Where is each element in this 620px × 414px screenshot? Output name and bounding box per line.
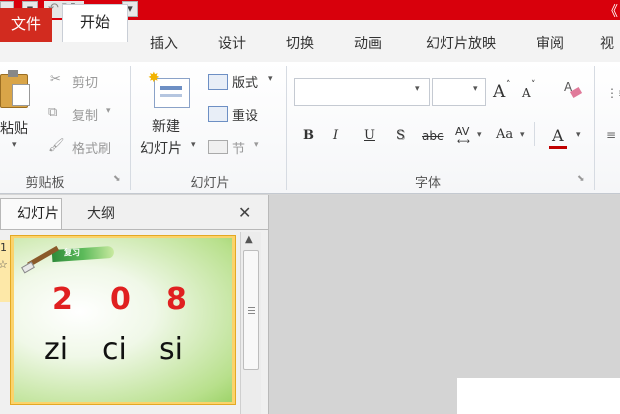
layout-button[interactable]: 版式: [232, 72, 258, 91]
scrollbar-thumb[interactable]: [243, 250, 259, 370]
section-dropdown-icon[interactable]: ▾: [254, 140, 259, 150]
underline-button[interactable]: U: [364, 128, 375, 143]
copy-icon[interactable]: ⧉: [48, 105, 57, 120]
layout-icon[interactable]: [208, 74, 228, 90]
change-case-button[interactable]: Aa: [496, 127, 513, 142]
number-1: 2: [52, 282, 73, 317]
new-slide-icon[interactable]: ✸: [148, 70, 190, 110]
group-separator: [286, 66, 287, 190]
grow-font-arrow-icon: ˄: [506, 80, 511, 90]
copy-dropdown-icon[interactable]: ▾: [106, 106, 111, 116]
tab-review[interactable]: 审阅: [528, 32, 572, 56]
grow-font-button[interactable]: A: [493, 82, 505, 102]
tab-file[interactable]: 文件: [0, 8, 52, 42]
font-family-dropdown-icon[interactable]: ▾: [415, 84, 420, 94]
shrink-font-arrow-icon: ˅: [531, 80, 536, 90]
tab-design[interactable]: 设计: [210, 32, 254, 56]
close-panel-icon[interactable]: ✕: [238, 203, 251, 222]
tab-home[interactable]: 开始: [62, 4, 128, 42]
font-color-dropdown-icon[interactable]: ▾: [576, 130, 581, 140]
cut-button[interactable]: 剪切: [72, 72, 98, 91]
number-2: 0: [110, 282, 131, 317]
banner-text: 复习: [64, 248, 80, 257]
bold-button[interactable]: B: [303, 128, 314, 143]
layout-dropdown-icon[interactable]: ▾: [268, 74, 273, 84]
paste-button[interactable]: 粘贴: [0, 118, 28, 138]
format-painter-icon[interactable]: 🖌: [48, 138, 65, 153]
bullets-icon[interactable]: ⋮≡: [606, 86, 620, 100]
window-control-icon[interactable]: 《: [604, 1, 618, 21]
number-3: 8: [166, 282, 187, 317]
clipboard-launcher-icon[interactable]: ⬊: [113, 174, 121, 184]
syllable-zi: zi: [44, 332, 69, 367]
syllable-si: si: [159, 332, 183, 367]
copy-button[interactable]: 复制: [72, 105, 98, 124]
reset-icon[interactable]: [208, 106, 228, 122]
main-slide-preview[interactable]: [457, 378, 620, 414]
font-launcher-icon[interactable]: ⬊: [577, 174, 585, 184]
italic-button[interactable]: I: [333, 128, 338, 143]
font-size-dropdown-icon[interactable]: ▾: [473, 84, 478, 94]
char-spacing-dropdown-icon[interactable]: ▾: [477, 130, 482, 140]
shadow-button[interactable]: S: [396, 128, 405, 143]
font-color-button[interactable]: A: [552, 126, 564, 145]
tab-transitions[interactable]: 切换: [278, 32, 322, 56]
section-icon[interactable]: [208, 140, 228, 154]
tab-slides[interactable]: 幻灯片: [0, 198, 62, 230]
tab-insert[interactable]: 插入: [142, 32, 186, 56]
group-separator: [130, 66, 131, 190]
align-icon[interactable]: ≡: [606, 128, 616, 142]
slide-number: 1: [0, 241, 7, 254]
font-separator: [534, 122, 535, 146]
clear-formatting-icon[interactable]: A: [562, 80, 584, 102]
syllable-ci: ci: [102, 332, 127, 367]
section-button[interactable]: 节: [232, 138, 245, 157]
font-size-input[interactable]: ▾: [432, 78, 486, 106]
char-spacing-arrow-icon: ⟷: [457, 137, 470, 147]
tab-animations[interactable]: 动画: [346, 32, 390, 56]
scroll-up-icon[interactable]: ▲: [245, 234, 253, 245]
font-family-input[interactable]: ▾: [294, 78, 430, 106]
reset-button[interactable]: 重设: [232, 105, 258, 124]
tab-view[interactable]: 视: [600, 32, 620, 56]
strikethrough-button[interactable]: abc: [422, 129, 444, 143]
new-slide-button-line2[interactable]: 幻灯片: [140, 138, 182, 158]
tab-slideshow[interactable]: 幻灯片放映: [418, 32, 504, 56]
paste-icon[interactable]: [0, 70, 30, 108]
syllables-row: zi ci si: [44, 332, 214, 372]
paste-dropdown-icon[interactable]: ▾: [12, 140, 17, 150]
new-slide-button[interactable]: 新建: [152, 116, 180, 136]
panel-tab-divider: [0, 229, 268, 230]
new-slide-dropdown-icon[interactable]: ▾: [191, 140, 196, 150]
numbers-row: 2 0 8: [50, 282, 210, 318]
cut-icon[interactable]: ✂: [50, 72, 61, 87]
group-separator: [594, 66, 595, 190]
tab-outline[interactable]: 大纲: [62, 200, 140, 230]
clipboard-group-label: 剪贴板: [25, 176, 65, 191]
slides-group-label: 幻灯片: [190, 176, 230, 191]
font-color-swatch: [549, 146, 567, 149]
format-painter-button[interactable]: 格式刷: [72, 138, 111, 157]
font-group-label: 字体: [414, 176, 441, 191]
shrink-font-button[interactable]: A: [522, 86, 531, 100]
change-case-dropdown-icon[interactable]: ▾: [520, 130, 525, 140]
slide-animation-star-icon: ☆: [0, 258, 8, 271]
